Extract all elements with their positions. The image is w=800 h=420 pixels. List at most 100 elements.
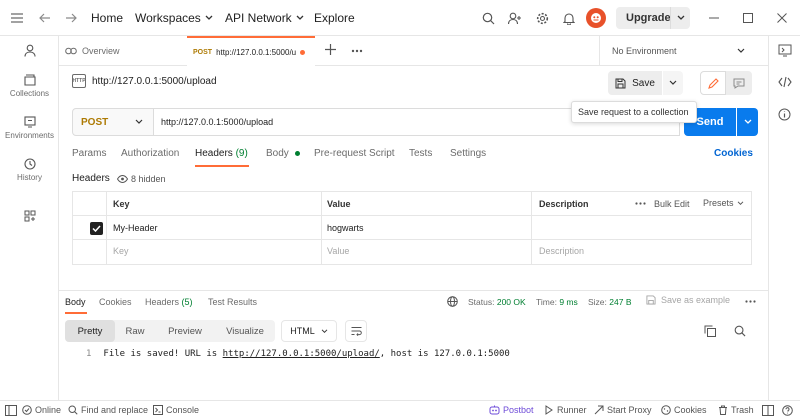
save-icon [646, 295, 656, 305]
nav-workspaces[interactable]: Workspaces [135, 11, 213, 25]
method-label: POST [81, 116, 109, 128]
response-tab-body[interactable]: Body [65, 297, 86, 307]
close-icon[interactable] [771, 7, 793, 29]
search-icon[interactable] [734, 325, 746, 337]
bell-icon[interactable] [558, 7, 580, 29]
right-sidebar [768, 36, 800, 400]
chevron-down-icon [296, 15, 304, 20]
language-select[interactable]: HTML [281, 320, 337, 342]
cookies-button[interactable]: Cookies [661, 405, 707, 415]
api-icon[interactable] [778, 44, 792, 57]
wrap-lines-button[interactable] [345, 320, 367, 342]
sidebar-item-label: Collections [9, 89, 50, 98]
save-button[interactable]: Save [608, 71, 662, 95]
runner-button[interactable]: Runner [544, 405, 587, 415]
toggle-sidebar-icon[interactable] [5, 405, 17, 416]
search-icon[interactable] [477, 7, 499, 29]
response-size[interactable]: Size: 247 B [588, 297, 632, 307]
sidebar-item-configure[interactable] [0, 210, 59, 225]
divider [670, 7, 671, 29]
tab-request-label: http://127.0.0.1:5000/u [216, 47, 297, 57]
globe-icon[interactable] [447, 296, 458, 307]
environment-select[interactable]: No Environment [599, 36, 755, 66]
layout-icon[interactable] [762, 405, 774, 416]
response-tab-headers[interactable]: Headers (5) [145, 297, 193, 307]
sidebar-item-history[interactable]: History [0, 158, 59, 182]
more-options-icon[interactable] [635, 202, 646, 205]
sidebar-item-workspace[interactable] [0, 44, 59, 60]
nav-api-network-label: API Network [225, 11, 292, 25]
response-tab-cookies[interactable]: Cookies [99, 297, 132, 307]
environment-label: No Environment [612, 46, 677, 56]
back-arrow-icon[interactable] [34, 7, 56, 29]
gear-icon[interactable] [531, 7, 553, 29]
tab-request[interactable]: POST http://127.0.0.1:5000/u [187, 36, 315, 66]
tab-tests[interactable]: Tests [409, 148, 432, 159]
more-options-icon[interactable] [745, 300, 756, 303]
response-tab-test-results[interactable]: Test Results [208, 297, 257, 307]
nav-home[interactable]: Home [91, 11, 123, 25]
tab-overview[interactable]: Overview [65, 36, 187, 66]
save-as-example-button[interactable]: Save as example [646, 295, 730, 305]
method-select[interactable]: POST [72, 108, 154, 136]
format-preview[interactable]: Preview [159, 320, 211, 342]
minimize-icon[interactable] [703, 7, 725, 29]
upgrade-button[interactable]: Upgrade [616, 7, 690, 29]
save-options-button[interactable] [663, 71, 683, 95]
find-replace-button[interactable]: Find and replace [68, 405, 148, 415]
new-tab-icon[interactable] [325, 44, 336, 55]
edit-button[interactable] [700, 71, 726, 95]
response-divider[interactable] [59, 290, 768, 291]
code-icon[interactable] [778, 76, 792, 88]
info-icon[interactable] [778, 108, 791, 121]
online-label: Online [35, 405, 62, 415]
copy-icon[interactable] [704, 325, 716, 337]
tab-prerequest-script[interactable]: Pre-request Script [314, 148, 395, 159]
avatar[interactable] [586, 8, 606, 28]
format-visualize[interactable]: Visualize [215, 320, 275, 342]
menu-icon[interactable] [6, 7, 28, 29]
tab-params[interactable]: Params [72, 148, 106, 159]
http-icon: HTTP [72, 74, 86, 88]
response-link[interactable]: http://127.0.0.1:5000/upload/ [223, 349, 380, 359]
header-key-cell[interactable]: My-Header [113, 223, 158, 233]
postbot-button[interactable]: Postbot [489, 405, 534, 415]
tab-settings[interactable]: Settings [450, 148, 486, 159]
sidebar-item-environments[interactable]: Environments [0, 116, 59, 140]
invite-user-icon[interactable] [504, 7, 526, 29]
console-button[interactable]: Console [153, 405, 199, 415]
tab-authorization[interactable]: Authorization [121, 148, 179, 159]
new-value-input[interactable]: Value [327, 246, 349, 256]
cookies-link[interactable]: Cookies [714, 148, 753, 159]
tab-headers[interactable]: Headers (9) [195, 148, 248, 159]
nav-api-network[interactable]: API Network [225, 11, 304, 25]
send-options-button[interactable] [737, 108, 758, 136]
format-pretty[interactable]: Pretty [65, 320, 115, 342]
header-value-cell[interactable]: hogwarts [327, 223, 364, 233]
help-icon[interactable] [782, 405, 793, 416]
header-enabled-checkbox[interactable] [90, 222, 103, 235]
sidebar-item-collections[interactable]: Collections [0, 74, 59, 98]
nav-explore[interactable]: Explore [314, 11, 355, 25]
hidden-headers-toggle[interactable]: 8 hidden [117, 172, 166, 186]
tooltip-text: Save request to a collection [578, 107, 689, 117]
trash-button[interactable]: Trash [718, 405, 754, 415]
format-pretty-label: Pretty [77, 325, 103, 337]
new-description-input[interactable]: Description [539, 246, 584, 256]
response-time[interactable]: Time: 9 ms [536, 297, 578, 307]
comments-button[interactable] [726, 71, 752, 95]
request-title-label[interactable]: http://127.0.0.1:5000/upload [92, 76, 217, 87]
start-proxy-button[interactable]: Start Proxy [594, 405, 652, 415]
presets-dropdown[interactable]: Presets [703, 198, 744, 208]
check-icon [92, 225, 101, 232]
online-status[interactable]: Online [22, 405, 61, 415]
tab-body[interactable]: Body [266, 148, 300, 159]
format-raw[interactable]: Raw [115, 320, 155, 342]
forward-arrow-icon[interactable] [60, 7, 82, 29]
response-status[interactable]: Status: 200 OK [468, 297, 526, 307]
bulk-edit-button[interactable]: Bulk Edit [654, 199, 690, 209]
new-key-input[interactable]: Key [113, 246, 129, 256]
headers-table: Key Value Description Bulk Edit Presets … [72, 191, 752, 265]
maximize-icon[interactable] [737, 7, 759, 29]
more-tabs-icon[interactable] [351, 49, 363, 53]
